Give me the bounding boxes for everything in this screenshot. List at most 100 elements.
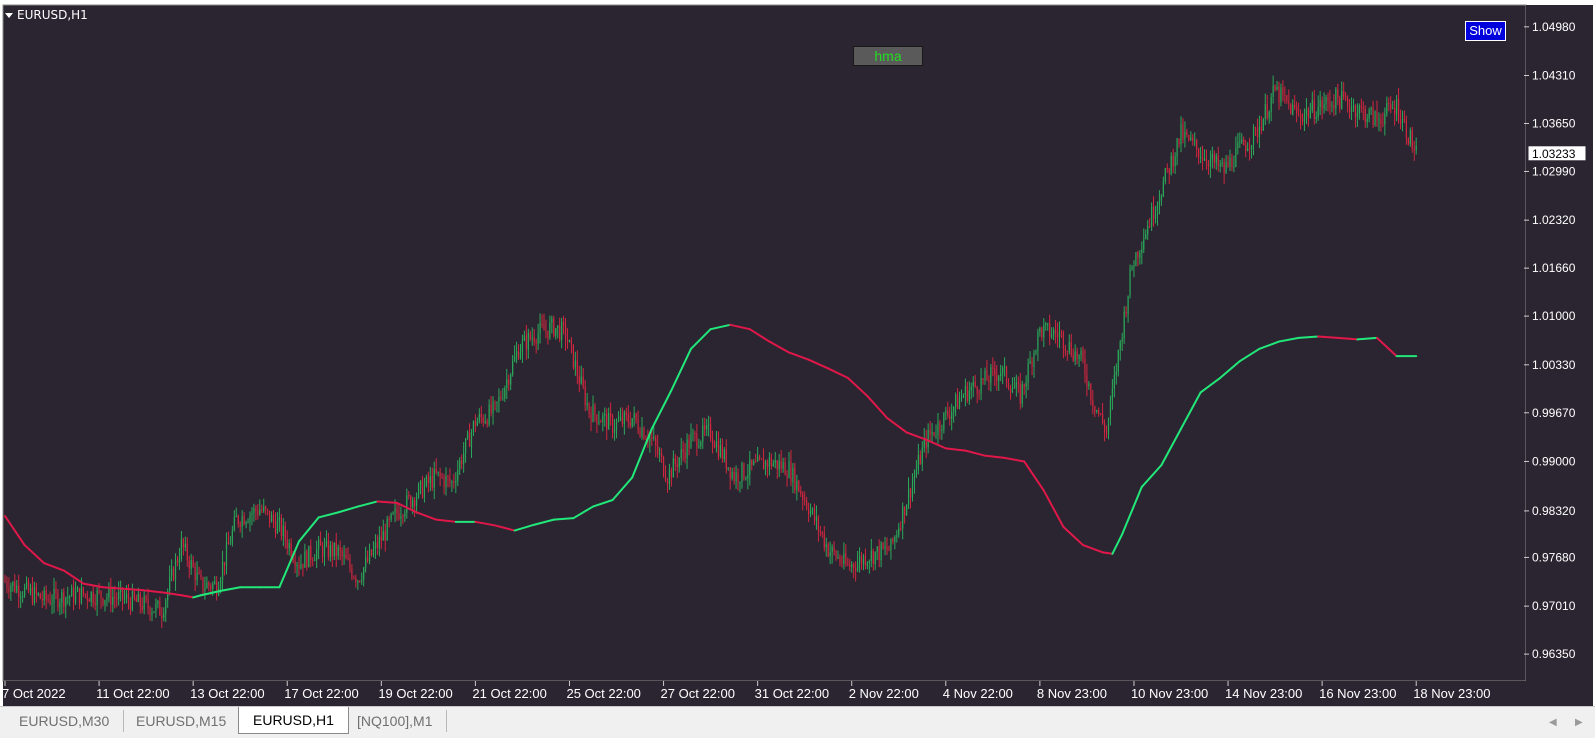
candle xyxy=(851,561,853,573)
candle xyxy=(1174,152,1176,174)
candle xyxy=(345,547,347,560)
candle xyxy=(135,594,137,603)
candle-body xyxy=(770,457,772,467)
tab-eurusd-m30[interactable]: EURUSD,M30 xyxy=(5,710,125,732)
candle xyxy=(623,410,625,435)
tab-nq100-m1[interactable]: [NQ100],M1 xyxy=(343,710,448,732)
candle xyxy=(700,440,702,450)
candle-body xyxy=(129,601,132,610)
scroll-left-icon[interactable]: ◀ xyxy=(1549,717,1557,728)
x-tick-label: 16 Nov 23:00 xyxy=(1319,686,1396,701)
candle xyxy=(811,507,814,515)
x-tick-label: 4 Nov 22:00 xyxy=(943,686,1013,701)
candle xyxy=(927,423,929,454)
candle xyxy=(553,315,555,338)
candle-body xyxy=(582,376,584,387)
candle-body xyxy=(306,551,308,568)
candle xyxy=(615,418,618,439)
candle xyxy=(1260,116,1262,135)
candle-body xyxy=(1266,104,1268,119)
candle xyxy=(106,593,108,607)
candle-body xyxy=(280,517,282,537)
candle-body xyxy=(1329,100,1331,107)
chart-frame: 1.04980 1.04310 1.03650 1.02990 1.02320 1.016… xyxy=(0,0,1595,706)
candle-body xyxy=(447,476,449,478)
show-button[interactable]: Show xyxy=(1465,21,1506,41)
candle xyxy=(237,514,239,528)
candle-body xyxy=(819,530,821,533)
candle xyxy=(1074,344,1076,366)
candle xyxy=(1227,155,1229,168)
candle-body xyxy=(1205,158,1208,164)
candle xyxy=(310,539,312,568)
candle-body xyxy=(872,550,874,564)
candle xyxy=(29,583,32,596)
tab-eurusd-h1[interactable]: EURUSD,H1 xyxy=(238,707,349,734)
candle-body xyxy=(59,603,61,608)
scroll-right-icon[interactable]: ▶ xyxy=(1575,717,1583,728)
candle-body xyxy=(1303,114,1306,122)
candle xyxy=(547,330,549,345)
candle-body xyxy=(141,605,143,610)
candle-body xyxy=(1249,148,1251,150)
candle-body xyxy=(502,398,504,400)
tab-eurusd-m15[interactable]: EURUSD,M15 xyxy=(122,710,242,732)
candle-body xyxy=(580,376,582,384)
y-tick-label: 0.97680 xyxy=(1532,550,1576,564)
dropdown-triangle-icon[interactable] xyxy=(5,12,13,18)
candle xyxy=(741,461,743,489)
candle-body xyxy=(917,455,919,470)
candle-body xyxy=(143,596,145,610)
candle-body xyxy=(1321,100,1323,109)
candle xyxy=(1084,349,1086,384)
candle xyxy=(465,438,467,463)
candle-body xyxy=(1127,295,1129,314)
candle-body xyxy=(265,506,267,510)
y-tick-label: 0.99000 xyxy=(1532,454,1576,468)
candle-body xyxy=(269,510,271,523)
candle xyxy=(1172,148,1174,174)
hma-indicator-label[interactable]: hma xyxy=(853,46,923,66)
candle-body xyxy=(329,544,331,558)
candle-body xyxy=(1066,350,1068,352)
candle-body xyxy=(31,587,34,603)
chart-canvas[interactable]: 1.04980 1.04310 1.03650 1.02990 1.02320 1.016… xyxy=(0,0,1595,706)
candle-body xyxy=(496,401,498,403)
candle-body xyxy=(1366,118,1368,123)
candle-body xyxy=(615,421,618,430)
candle-body xyxy=(855,568,857,571)
candle-body xyxy=(974,381,976,387)
candle xyxy=(1092,390,1094,415)
candle-body xyxy=(900,528,902,530)
candle xyxy=(25,576,28,590)
candle-body xyxy=(182,539,184,548)
candle xyxy=(1415,137,1417,155)
candle-body xyxy=(374,542,377,549)
candle xyxy=(171,559,173,582)
candle xyxy=(1184,121,1186,148)
candle-body xyxy=(984,370,986,381)
candle xyxy=(827,542,829,558)
candle xyxy=(1021,380,1023,408)
candle-body xyxy=(416,497,418,507)
candle xyxy=(735,465,737,489)
candle xyxy=(864,548,867,570)
candle-body xyxy=(1274,85,1276,90)
candle xyxy=(894,535,896,550)
candle-body xyxy=(927,429,929,448)
candle-body xyxy=(772,463,774,467)
candle xyxy=(1313,90,1315,125)
candle-body xyxy=(710,424,712,439)
candle xyxy=(122,587,124,611)
candle xyxy=(263,498,265,513)
symbol-title[interactable]: EURUSD,H1 xyxy=(5,8,88,22)
candle xyxy=(384,523,386,552)
candle xyxy=(1221,157,1223,168)
candle-body xyxy=(500,396,502,399)
candle-body xyxy=(1078,355,1080,360)
candle-body xyxy=(18,585,20,597)
candle-body xyxy=(6,581,8,588)
candle-body xyxy=(1143,239,1145,250)
candle xyxy=(723,447,725,463)
x-tick-label: 2 Nov 22:00 xyxy=(849,686,919,701)
